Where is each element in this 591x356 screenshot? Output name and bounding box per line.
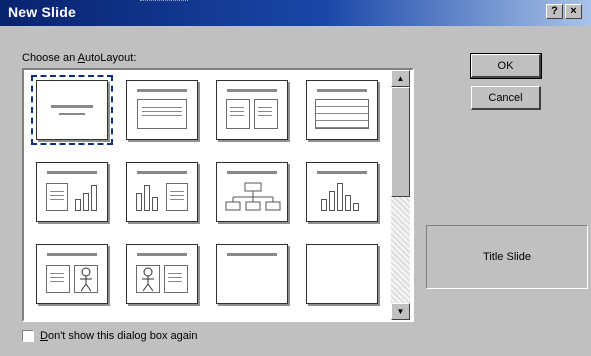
clip-art-figure-icon [142, 267, 154, 292]
help-icon: ? [551, 5, 558, 17]
preview-label: Title Slide [483, 251, 531, 263]
layout-title-bar [227, 253, 277, 256]
layout-text-and-chart[interactable] [36, 162, 108, 222]
help-button[interactable]: ? [546, 4, 563, 19]
layout-table[interactable] [306, 80, 378, 140]
layout-title-bar [47, 171, 97, 174]
layout-clip-art-and-text[interactable] [126, 244, 198, 304]
clip-art-figure-icon [80, 267, 92, 292]
layout-chart-and-text[interactable] [126, 162, 198, 222]
prompt-suffix: utoLayout: [85, 52, 137, 64]
dialog-title: New Slide [8, 4, 76, 20]
layout-blank[interactable] [306, 244, 378, 304]
layout-title-bar [47, 253, 97, 256]
layout-text-box [226, 99, 250, 129]
gallery-scrollbar[interactable]: ▲ ▼ [391, 70, 410, 320]
layout-text-box [166, 183, 188, 211]
layout-clip-art-box [136, 265, 160, 293]
dont-show-again-option[interactable]: Don't show this dialog box again [22, 330, 197, 342]
layout-text-box [137, 99, 187, 129]
prompt-prefix: Choose an [22, 52, 78, 64]
close-button[interactable]: × [565, 4, 582, 19]
prompt-access-key: A [77, 52, 85, 64]
layout-chart[interactable] [306, 162, 378, 222]
checkbox-label: Don't show this dialog box again [40, 330, 198, 342]
scroll-down-icon: ▼ [396, 307, 405, 316]
layout-chart-graphic [321, 183, 359, 211]
layout-text-and-clip-art[interactable] [36, 244, 108, 304]
scroll-up-button[interactable]: ▲ [391, 70, 410, 87]
layout-title-bar [317, 171, 367, 174]
layout-title-bar [137, 253, 187, 256]
layout-title-bar [137, 89, 187, 92]
layout-title-bar [317, 89, 367, 92]
layout-two-column-text[interactable] [216, 80, 288, 140]
scroll-down-button[interactable]: ▼ [391, 303, 410, 320]
close-icon: × [570, 5, 577, 17]
layout-preview: Title Slide [426, 225, 588, 289]
new-slide-dialog: New Slide ? × Choose an AutoLayout: ▲ ▼ … [0, 0, 591, 356]
layout-clip-art-box [74, 265, 98, 293]
layout-table-grid [315, 99, 369, 129]
ok-label: OK [497, 59, 514, 72]
layout-title-bar [137, 171, 187, 174]
layout-title-bar [227, 171, 277, 174]
layout-title-bar [51, 105, 93, 108]
layout-title-slide[interactable] [31, 75, 113, 145]
layout-text-box [46, 265, 70, 293]
autolayout-gallery[interactable] [22, 68, 414, 322]
title-bar-artifact [140, 0, 188, 5]
layout-text-box [164, 265, 188, 293]
layout-chart-graphic [136, 183, 158, 211]
title-bar: New Slide ? × [0, 0, 591, 26]
layout-org-chart-graphic [225, 182, 281, 211]
layout-bulleted-list[interactable] [126, 80, 198, 140]
layout-title-only[interactable] [216, 244, 288, 304]
ok-button[interactable]: OK [470, 53, 542, 79]
layout-title-bar [227, 89, 277, 92]
layout-organization-chart[interactable] [216, 162, 288, 222]
layout-chart-graphic [75, 183, 97, 211]
autolayout-prompt: Choose an AutoLayout: [22, 52, 136, 64]
scroll-thumb[interactable] [391, 87, 410, 197]
scroll-up-icon: ▲ [396, 74, 405, 83]
layout-text-box [46, 183, 68, 211]
dont-show-again-checkbox[interactable] [22, 330, 34, 342]
cancel-button[interactable]: Cancel [471, 86, 541, 110]
cancel-label: Cancel [488, 91, 523, 104]
layout-subtitle-bar [59, 113, 85, 115]
layout-text-box [254, 99, 278, 129]
